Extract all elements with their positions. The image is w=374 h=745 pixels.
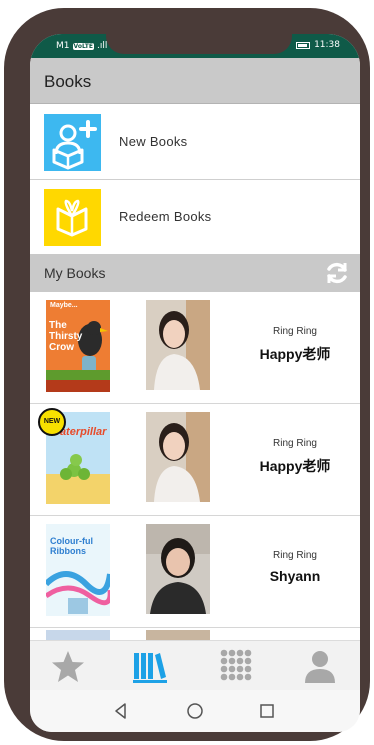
book-row[interactable]: Colour-ful Ribbons Ring Ring Shyann <box>30 516 360 628</box>
status-bar: M1 VoLTE .ıll 11:38 <box>30 34 360 58</box>
my-books-header: My Books <box>30 254 360 292</box>
gift-book-icon <box>44 189 101 246</box>
new-badge: NEW <box>38 408 66 436</box>
system-nav-bar <box>30 690 360 732</box>
book-row[interactable]: Maybe... The Thirsty Crow Ring Ring Happ… <box>30 292 360 404</box>
camera-notch <box>106 34 292 54</box>
app-header: Books <box>30 58 360 104</box>
home-icon[interactable] <box>186 702 204 720</box>
clock: 11:38 <box>314 40 340 50</box>
teacher-name: Shyann <box>269 568 321 584</box>
book-cover-colourful-ribbons: Colour-ful Ribbons <box>46 524 110 616</box>
book-row[interactable]: Caterpillar NEW Ring Ring Happy老师 <box>30 404 360 516</box>
new-books-label: New Books <box>119 134 188 149</box>
battery-icon <box>296 41 311 49</box>
app-screen: M1 VoLTE .ıll 11:38 Books New Books Rede… <box>30 34 360 732</box>
carrier-label: M1 <box>56 41 70 51</box>
bottom-nav <box>30 640 360 690</box>
volte-badge: VoLTE <box>72 42 94 50</box>
bookshelf-icon[interactable] <box>132 649 168 685</box>
redeem-books-item[interactable]: Redeem Books <box>30 180 360 255</box>
teacher-photo <box>146 300 210 390</box>
grid-icon[interactable] <box>218 649 254 685</box>
ring-label: Ring Ring <box>273 438 317 449</box>
refresh-icon[interactable] <box>324 260 350 286</box>
back-icon[interactable] <box>112 702 130 720</box>
new-book-icon <box>44 114 101 171</box>
book-row-partial <box>46 630 226 640</box>
teacher-photo <box>146 412 210 502</box>
teacher-photo <box>146 524 210 614</box>
teacher-name: Happy老师 <box>259 458 331 474</box>
profile-icon[interactable] <box>302 649 338 685</box>
page-title: Books <box>44 72 92 91</box>
star-icon[interactable] <box>50 649 86 685</box>
ring-label: Ring Ring <box>273 550 317 561</box>
teacher-name: Happy老师 <box>259 346 331 362</box>
recents-icon[interactable] <box>258 702 276 720</box>
book-cover-top-text: Maybe... <box>50 302 78 309</box>
signal-icon: .ıll <box>96 41 108 51</box>
ring-label: Ring Ring <box>273 326 317 337</box>
redeem-books-label: Redeem Books <box>119 209 212 224</box>
book-cover-title: Colour-ful Ribbons <box>50 536 93 556</box>
my-books-title: My Books <box>44 265 106 281</box>
book-cover-title: The Thirsty Crow <box>49 320 83 353</box>
new-books-item[interactable]: New Books <box>30 105 360 180</box>
book-cover-thirsty-crow: Maybe... The Thirsty Crow <box>46 300 110 392</box>
